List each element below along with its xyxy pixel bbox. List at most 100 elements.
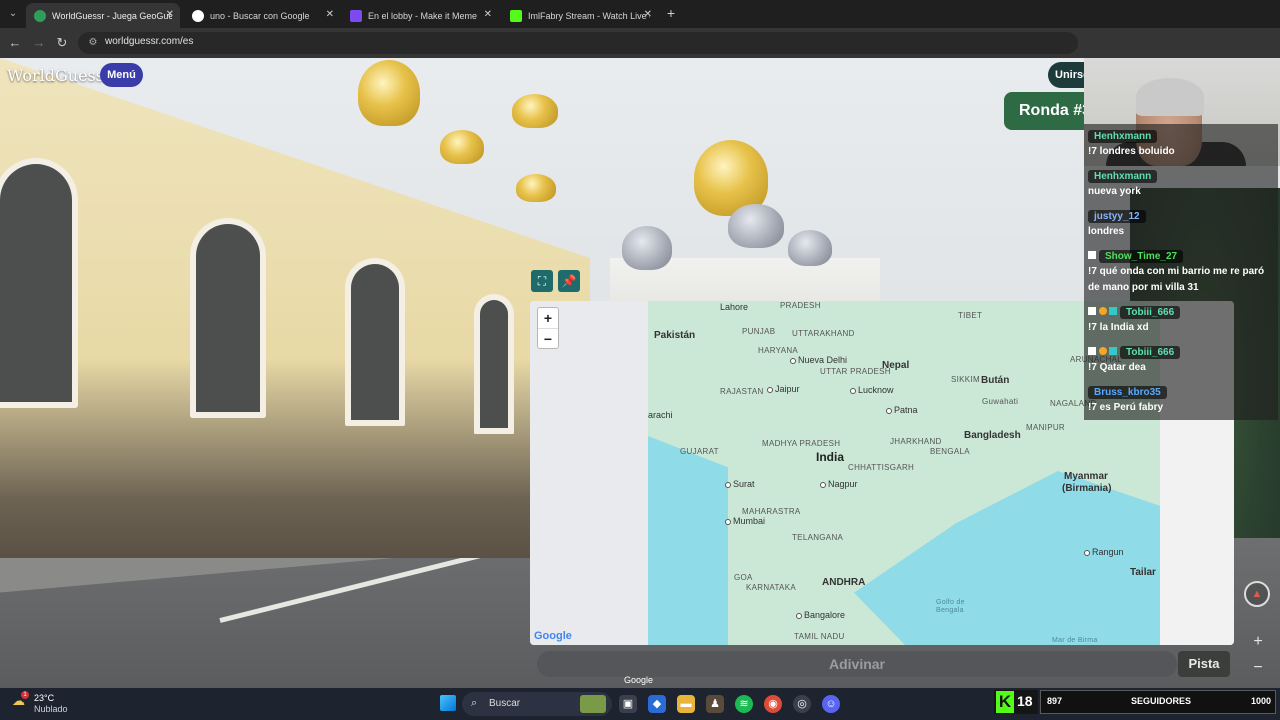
weather-badge: 1 [21, 691, 29, 699]
reload-icon[interactable]: ↻ [52, 33, 72, 53]
map-label: TIBET [958, 311, 983, 320]
streetview-page[interactable]: WorldGuessr Menú Unirse Ronda #3 / 5 - 9… [0, 58, 1280, 688]
sub-badge-icon [1109, 306, 1117, 315]
chat-username: Henhxmann [1088, 130, 1158, 143]
back-icon[interactable]: ← [5, 33, 25, 53]
hint-button[interactable]: Pista [1178, 651, 1230, 677]
tab-make-it-meme[interactable]: En el lobby - Make it Meme ✕ [342, 3, 498, 28]
chrome-icon[interactable]: ◉ [764, 695, 782, 713]
url-field[interactable]: ⚙ worldguessr.com/es [78, 32, 1078, 54]
zoom-out-icon[interactable]: − [1248, 658, 1268, 678]
chat-username: Bruss_kbro35 [1088, 386, 1167, 399]
map-label: Myanmar [1064, 471, 1108, 482]
map-label: UTTAR PRADESH [820, 367, 891, 376]
chat-username: Henhxmann [1088, 170, 1158, 183]
golden-dome [358, 60, 420, 126]
viewer-count: 18 [1017, 693, 1033, 709]
windows-start-icon[interactable] [440, 695, 456, 711]
badge-icon [1088, 250, 1096, 259]
kick-favicon-icon [510, 9, 522, 22]
chat-text: !7 Qatar dea [1088, 362, 1146, 373]
map-label: MAHARASTRA [742, 507, 801, 516]
badge-icon [1088, 346, 1096, 355]
close-tab-icon[interactable]: ✕ [326, 9, 334, 20]
discord-icon[interactable]: ☺ [822, 695, 840, 713]
tab-worldguessr[interactable]: WorldGuessr - Juega GeoGuess ✕ [26, 3, 180, 28]
map-label: CHHATTISGARH [848, 463, 915, 472]
gray-dome [622, 226, 672, 270]
map-label: GOA [734, 573, 753, 582]
chat-message: Tobiii_666 !7 la India xd [1084, 300, 1278, 340]
guess-button[interactable]: Adivinar [537, 651, 1177, 677]
game-app-icon[interactable]: ♟ [706, 695, 724, 713]
tab-google-search[interactable]: uno - Buscar con Google ✕ [184, 3, 340, 28]
chat-username: Show_Time_27 [1099, 250, 1184, 263]
tab-search-icon[interactable]: ⌄ [4, 6, 22, 22]
chat-username: Tobiii_666 [1120, 346, 1181, 359]
site-info-icon[interactable]: ⚙ [87, 37, 99, 49]
palace-window [474, 294, 514, 434]
coin-badge-icon [1099, 306, 1107, 315]
map-label: Rangun [1084, 547, 1124, 557]
compass-icon[interactable]: ▲ [1244, 581, 1270, 607]
chat-text: nueva york [1088, 186, 1141, 197]
kick-viewer-widget: K 18 [994, 690, 1038, 714]
chat-username: justyy_12 [1088, 210, 1146, 223]
map-label: JHARKHAND [890, 437, 942, 446]
map-label: (Birmania) [1062, 483, 1112, 494]
task-view-icon[interactable]: ▣ [619, 695, 637, 713]
map-label: Mumbai [725, 516, 765, 526]
map-label: MANIPUR [1026, 423, 1065, 432]
taskbar-search[interactable]: ⌕ Buscar [462, 692, 612, 716]
weather-condition[interactable]: Nublado [34, 704, 68, 714]
obs-icon[interactable]: ◎ [793, 695, 811, 713]
webcam-beanie [1136, 78, 1204, 116]
palace-window [0, 158, 78, 408]
tab-kick-stream[interactable]: ImlFabry Stream - Watch Live o ✕ [502, 3, 658, 28]
close-tab-icon[interactable]: ✕ [484, 9, 492, 20]
map-label: Lucknow [850, 385, 894, 395]
palace-window [345, 258, 405, 426]
map-label: UTTARAKHAND [792, 329, 855, 338]
expand-map-icon[interactable]: ⛶ [531, 270, 553, 292]
map-label: Bangalore [796, 610, 845, 620]
map-label: Surat [725, 479, 755, 489]
close-tab-icon[interactable]: ✕ [166, 9, 174, 20]
map-label: PRADESH [780, 301, 821, 310]
map-label: TELANGANA [792, 533, 844, 542]
spotify-icon[interactable]: ≋ [735, 695, 753, 713]
zoom-in-icon[interactable]: + [1248, 632, 1268, 652]
weather-temperature[interactable]: 23°C [34, 693, 54, 703]
map-label: BENGALA [930, 447, 970, 456]
zoom-out-button[interactable]: − [538, 328, 558, 348]
menu-button[interactable]: Menú [100, 63, 143, 87]
file-explorer-icon[interactable]: ▬ [677, 695, 695, 713]
map-label: SIKKIM [951, 375, 980, 384]
copilot-icon[interactable]: ◆ [648, 695, 666, 713]
pin-map-icon[interactable]: 📌 [558, 270, 580, 292]
chat-message: Henhxmann !7 londres boluido [1084, 124, 1278, 164]
search-icon: ⌕ [471, 697, 478, 709]
map-label: KARNATAKA [746, 583, 796, 592]
followers-label: SEGUIDORES [1131, 696, 1192, 706]
close-tab-icon[interactable]: ✕ [644, 9, 652, 20]
map-blank-area [530, 301, 648, 645]
map-label: HARYANA [758, 346, 799, 355]
chat-text: !7 londres boluido [1088, 146, 1175, 157]
map-label: Golfo de [936, 599, 965, 606]
stream-chat-overlay: Henhxmann !7 londres boluido Henhxmann n… [1084, 124, 1280, 424]
browser-tab-bar: ⌄ WorldGuessr - Juega GeoGuess ✕ uno - B… [0, 0, 1280, 28]
map-label: Bután [981, 375, 1010, 386]
chat-message: Tobiii_666 !7 Qatar dea [1084, 340, 1278, 380]
weather-cloud-icon[interactable]: ☁ 1 [12, 691, 30, 709]
forward-icon[interactable]: → [29, 33, 49, 53]
followers-goal: 1000 [1251, 696, 1272, 706]
map-label: Mar de Birma [1052, 637, 1098, 644]
url-text[interactable]: worldguessr.com/es [105, 36, 193, 47]
map-label: Nagpur [820, 479, 858, 489]
followers-current: 897 [1047, 696, 1063, 706]
chat-text: !7 la India xd [1088, 322, 1149, 333]
new-tab-icon[interactable]: + [664, 5, 678, 21]
follower-goal-widget: 897 SEGUIDORES 1000 [1040, 690, 1276, 714]
zoom-in-button[interactable]: + [538, 308, 558, 328]
